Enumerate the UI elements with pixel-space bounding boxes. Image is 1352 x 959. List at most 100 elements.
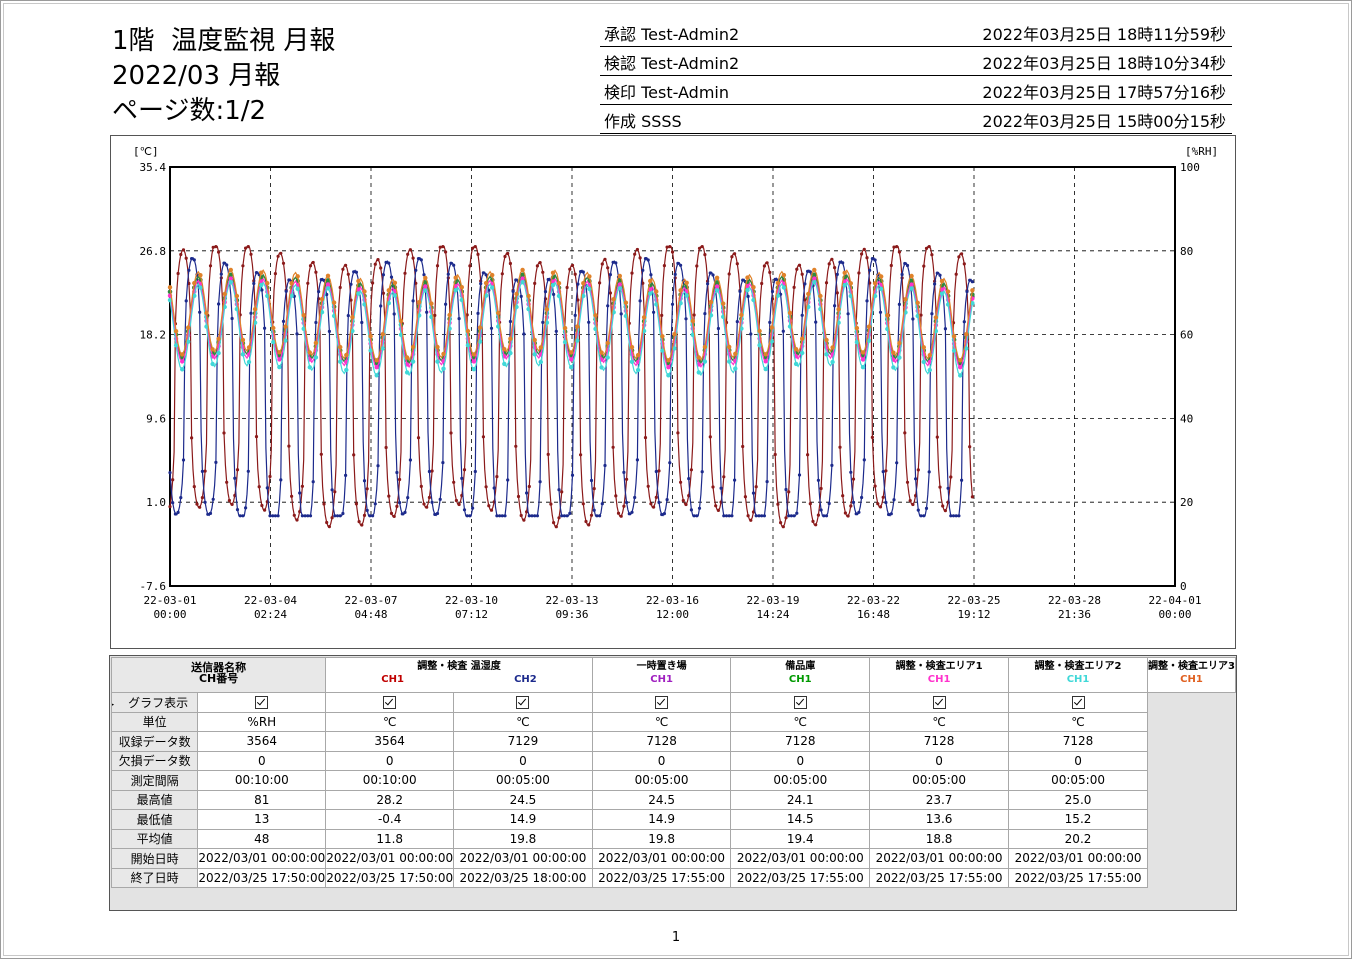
value-cell: 0 (453, 750, 593, 771)
series-point (652, 310, 656, 314)
series-point (714, 288, 720, 293)
series-point (599, 350, 604, 355)
series-point (344, 352, 349, 358)
series-point (395, 470, 399, 475)
series-point (676, 431, 680, 435)
graph-display-checkbox[interactable] (255, 696, 269, 710)
series-point (857, 510, 861, 514)
series-point (384, 445, 388, 450)
series-point (414, 268, 418, 272)
series-point (684, 502, 688, 507)
series-point (519, 513, 523, 518)
series-point (784, 487, 788, 492)
row-label-text: 開始日時 (130, 851, 179, 866)
series-point (800, 313, 804, 317)
series-point (592, 487, 596, 491)
graph-display-checkbox[interactable] (1071, 696, 1085, 710)
series-point (398, 501, 402, 505)
series-point (614, 261, 618, 265)
series-point (408, 248, 412, 252)
graph-display-checkbox-cell[interactable] (869, 692, 1010, 713)
series-point (870, 257, 875, 261)
ch-tag: CH1 (927, 674, 951, 685)
series-point (633, 252, 637, 256)
row-label: 最低値 (110, 809, 199, 830)
value-cell: 00:05:00 (591, 770, 732, 791)
summary-row: 最低値 13 -0.4 14.9 14.9 14.5 13.6 15.2 (110, 809, 1236, 830)
series-point (374, 358, 379, 363)
series-point (909, 282, 914, 287)
graph-display-checkbox-cell[interactable] (1008, 692, 1149, 713)
graph-display-checkbox[interactable] (383, 696, 397, 710)
graph-display-checkbox[interactable] (793, 696, 807, 710)
series-point (769, 325, 774, 330)
series-point (252, 307, 258, 312)
series-point (593, 313, 598, 318)
value-cell: 2022/03/01 00:00:00 (591, 848, 732, 869)
value-cell: 19.8 (591, 828, 732, 849)
series-point (673, 272, 677, 276)
graph-display-checkbox-cell[interactable] (591, 692, 732, 713)
value-cell: 11.8 (325, 828, 455, 849)
row-label-text: 単位 (142, 715, 167, 730)
graph-display-checkbox[interactable] (516, 696, 530, 710)
series-point (741, 444, 745, 449)
column-name: 調整・検査エリア1 (895, 661, 983, 672)
graph-display-checkbox-cell[interactable] (453, 692, 593, 713)
series-point (622, 504, 626, 508)
row-label-text: 最高値 (136, 793, 173, 808)
series-point (851, 477, 856, 481)
series-point (919, 514, 923, 518)
graph-display-checkbox[interactable] (655, 696, 669, 710)
series-point (265, 486, 269, 490)
series-point (489, 508, 494, 512)
series-point (307, 365, 312, 370)
series-point (860, 252, 864, 256)
series-point (550, 282, 556, 288)
series-point (406, 252, 410, 256)
series-point (560, 490, 564, 494)
value-cell: 24.1 (730, 789, 871, 810)
graph-display-checkbox-cell[interactable] (730, 692, 871, 713)
series-point (257, 485, 261, 489)
y-tick-label-right: 20 (1180, 496, 1193, 509)
series-point (541, 270, 545, 274)
series-point (181, 458, 186, 462)
series-point (873, 484, 877, 488)
value-cell: 0 (869, 750, 1010, 771)
series-point (235, 468, 240, 472)
row-label: 収録データ数 (110, 731, 199, 752)
series-point (352, 453, 356, 457)
series-point (506, 478, 510, 482)
series-point (711, 273, 715, 277)
series-point (646, 258, 650, 262)
series-point (808, 502, 812, 506)
series-point (287, 444, 291, 448)
series-point (603, 463, 607, 468)
graph-display-checkbox-cell[interactable] (197, 692, 327, 713)
series-point (687, 477, 691, 481)
series-point (951, 334, 957, 339)
series-point (584, 519, 588, 524)
graph-display-checkbox[interactable] (932, 696, 946, 710)
series-point (968, 278, 972, 282)
series-point (306, 281, 310, 285)
series-point (884, 500, 888, 505)
value-cell: 3564 (325, 731, 455, 752)
series-point (781, 285, 787, 290)
series-point (313, 355, 319, 360)
series-point (532, 337, 537, 343)
y-tick-label-left: 26.8 (140, 245, 167, 258)
series-point (430, 500, 434, 504)
series-point (730, 255, 734, 259)
summary-row: 平均値 48 11.8 19.8 19.8 19.4 18.8 20.2 (110, 828, 1236, 849)
value-cell: 0 (197, 750, 327, 771)
graph-display-checkbox-cell[interactable] (325, 692, 455, 713)
series-point (276, 254, 280, 258)
series-point (970, 280, 975, 284)
row-label-text: 平均値 (136, 832, 173, 847)
series-point (295, 286, 300, 291)
series-point (892, 498, 896, 502)
series-point (173, 329, 179, 334)
value-cell: 7129 (453, 731, 593, 752)
